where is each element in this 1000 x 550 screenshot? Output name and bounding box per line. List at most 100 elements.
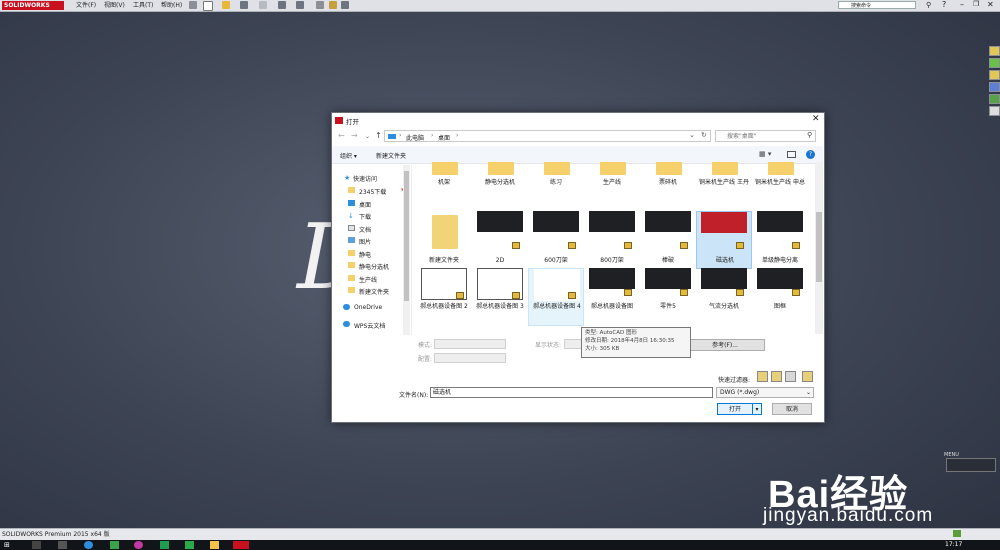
nav-desktop[interactable]: 桌面 [359, 200, 371, 209]
list-item[interactable]: 铜米机生产线 王丹 [696, 162, 752, 213]
print-icon[interactable] [259, 1, 267, 9]
nav-wps-cloud[interactable]: WPS云文档 [354, 321, 385, 330]
preview-pane-icon[interactable] [787, 151, 796, 158]
file-type-select[interactable]: DWG (*.dwg) ⌄ [716, 387, 814, 398]
menu-view[interactable]: 视图(V) [104, 1, 125, 10]
nav-downloads[interactable]: 下载 [359, 212, 371, 221]
nav-production-line[interactable]: 生产线 [359, 275, 377, 284]
list-item[interactable]: 静电分选机 [472, 162, 528, 213]
rebuild-icon[interactable] [316, 1, 324, 9]
list-item[interactable]: 机架 [416, 162, 472, 213]
cortana-icon[interactable] [32, 541, 41, 549]
list-item[interactable]: 铜米机生产线 申总 [752, 162, 808, 213]
cancel-button[interactable]: 取消 [772, 403, 812, 415]
nav-static-separator[interactable]: 静电分选机 [359, 262, 389, 271]
appearances-icon[interactable] [989, 94, 1000, 104]
refresh-icon[interactable]: ↻ [701, 131, 707, 139]
new-folder-button[interactable]: 新建文件夹 [376, 151, 406, 160]
search-desktop-input[interactable]: 搜索"桌面" [715, 130, 816, 142]
file-properties-icon[interactable] [329, 1, 337, 9]
file-list-scrollbar[interactable] [815, 162, 823, 334]
back-icon[interactable]: ← [338, 131, 345, 140]
help-icon[interactable]: ? [806, 150, 815, 159]
app-icon[interactable] [110, 541, 119, 549]
up-icon[interactable]: ↑ [375, 131, 382, 140]
breadcrumb-pc[interactable]: 此电脑 [406, 133, 424, 142]
task-view-icon[interactable] [58, 541, 67, 549]
options-icon[interactable] [341, 1, 349, 9]
close-icon[interactable]: ✕ [812, 114, 820, 124]
file-explorer-taskbar-icon[interactable] [210, 541, 219, 549]
forward-icon[interactable]: → [351, 131, 358, 140]
view-controls[interactable] [946, 458, 996, 472]
select-icon[interactable] [296, 1, 304, 9]
list-item[interactable]: 郝总机器设备图 [584, 268, 640, 326]
nav-pictures[interactable]: 图片 [359, 237, 371, 246]
filter-assemblies-icon[interactable] [771, 371, 782, 382]
nav-scroll-thumb[interactable] [404, 171, 409, 301]
design-library-icon[interactable] [989, 58, 1000, 68]
minimize-icon[interactable]: – [960, 0, 964, 9]
search-icon[interactable]: ⚲ [926, 1, 931, 9]
address-dropdown-icon[interactable]: ⌄ [689, 131, 695, 139]
references-button[interactable]: 参考(F)... [685, 339, 765, 351]
search-commands-input[interactable]: 搜索命令 [838, 1, 916, 9]
help-icon[interactable]: ? [942, 0, 946, 9]
list-item[interactable]: 郝总机器设备图 3 [472, 268, 528, 326]
list-item-selected[interactable]: 磁选机 [696, 211, 752, 269]
app-icon[interactable] [134, 541, 143, 549]
filename-input[interactable]: 磁选机 [430, 387, 713, 398]
file-scroll-thumb[interactable] [816, 212, 822, 282]
nav-2345-downloads[interactable]: 2345下载 [359, 187, 386, 196]
list-item[interactable]: 600刀架 [528, 211, 584, 269]
list-item[interactable]: 郝总机器设备图 2 [416, 268, 472, 326]
menu-tools[interactable]: 工具(T) [133, 1, 153, 10]
restore-icon[interactable]: ❐ [973, 0, 979, 8]
list-item[interactable]: 800刀架 [584, 211, 640, 269]
windows-start-icon[interactable]: ⊞ [4, 541, 13, 549]
pin-icon[interactable] [189, 1, 197, 9]
breadcrumb-desktop[interactable]: 桌面 [438, 133, 450, 142]
app-icon[interactable] [160, 541, 169, 549]
menu-help[interactable]: 帮助(H) [161, 1, 182, 10]
list-item[interactable]: 棒破 [640, 211, 696, 269]
list-item[interactable]: 图框 [752, 268, 808, 326]
list-item[interactable]: 单级静电分离 [752, 211, 808, 269]
nav-documents[interactable]: 文档 [359, 225, 371, 234]
save-icon[interactable] [240, 1, 248, 9]
nav-onedrive[interactable]: OneDrive [354, 304, 382, 311]
list-item[interactable]: 票碎机 [640, 162, 696, 213]
view-options-icon[interactable]: ▦ ▾ [759, 150, 771, 158]
open-folder-icon[interactable] [222, 1, 230, 9]
close-app-icon[interactable]: ✕ [987, 0, 994, 9]
list-item-hover[interactable]: 郝总机器设备图 4 [528, 268, 584, 326]
browser-icon[interactable] [84, 541, 93, 549]
open-dropdown-button[interactable]: ▾ [752, 403, 762, 415]
list-item[interactable]: 练习 [528, 162, 584, 213]
new-document-icon[interactable] [203, 1, 213, 11]
nav-quick-access[interactable]: 快速访问 [353, 174, 377, 183]
recent-dropdown-icon[interactable]: ⌄ [365, 133, 370, 140]
filter-top-level-icon[interactable] [802, 371, 813, 382]
list-item[interactable]: 生产线 [584, 162, 640, 213]
solidworks-taskbar-icon[interactable] [233, 541, 249, 549]
organize-button[interactable]: 组织 ▾ [340, 151, 357, 160]
list-item[interactable]: 零件5 [640, 268, 696, 326]
menu-file[interactable]: 文件(F) [76, 1, 96, 10]
custom-properties-icon[interactable] [989, 106, 1000, 116]
file-explorer-icon[interactable] [989, 70, 1000, 80]
nav-static[interactable]: 静电 [359, 250, 371, 259]
list-item[interactable]: 新建文件夹 [416, 211, 472, 269]
nav-scrollbar[interactable] [403, 165, 410, 335]
filter-parts-icon[interactable] [757, 371, 768, 382]
open-button[interactable]: 打开 [717, 403, 753, 415]
filter-drawings-icon[interactable] [785, 371, 796, 382]
app-icon[interactable] [185, 541, 194, 549]
view-palette-icon[interactable] [989, 82, 1000, 92]
nav-new-folder[interactable]: 新建文件夹 [359, 287, 389, 296]
solidworks-logo[interactable]: SOLIDWORKS [2, 1, 64, 10]
address-bar[interactable]: › 此电脑 › 桌面 › ⌄ ↻ [384, 130, 711, 142]
list-item[interactable]: 气流分选机 [696, 268, 752, 326]
solidworks-resources-icon[interactable] [989, 46, 1000, 56]
undo-icon[interactable] [278, 1, 286, 9]
